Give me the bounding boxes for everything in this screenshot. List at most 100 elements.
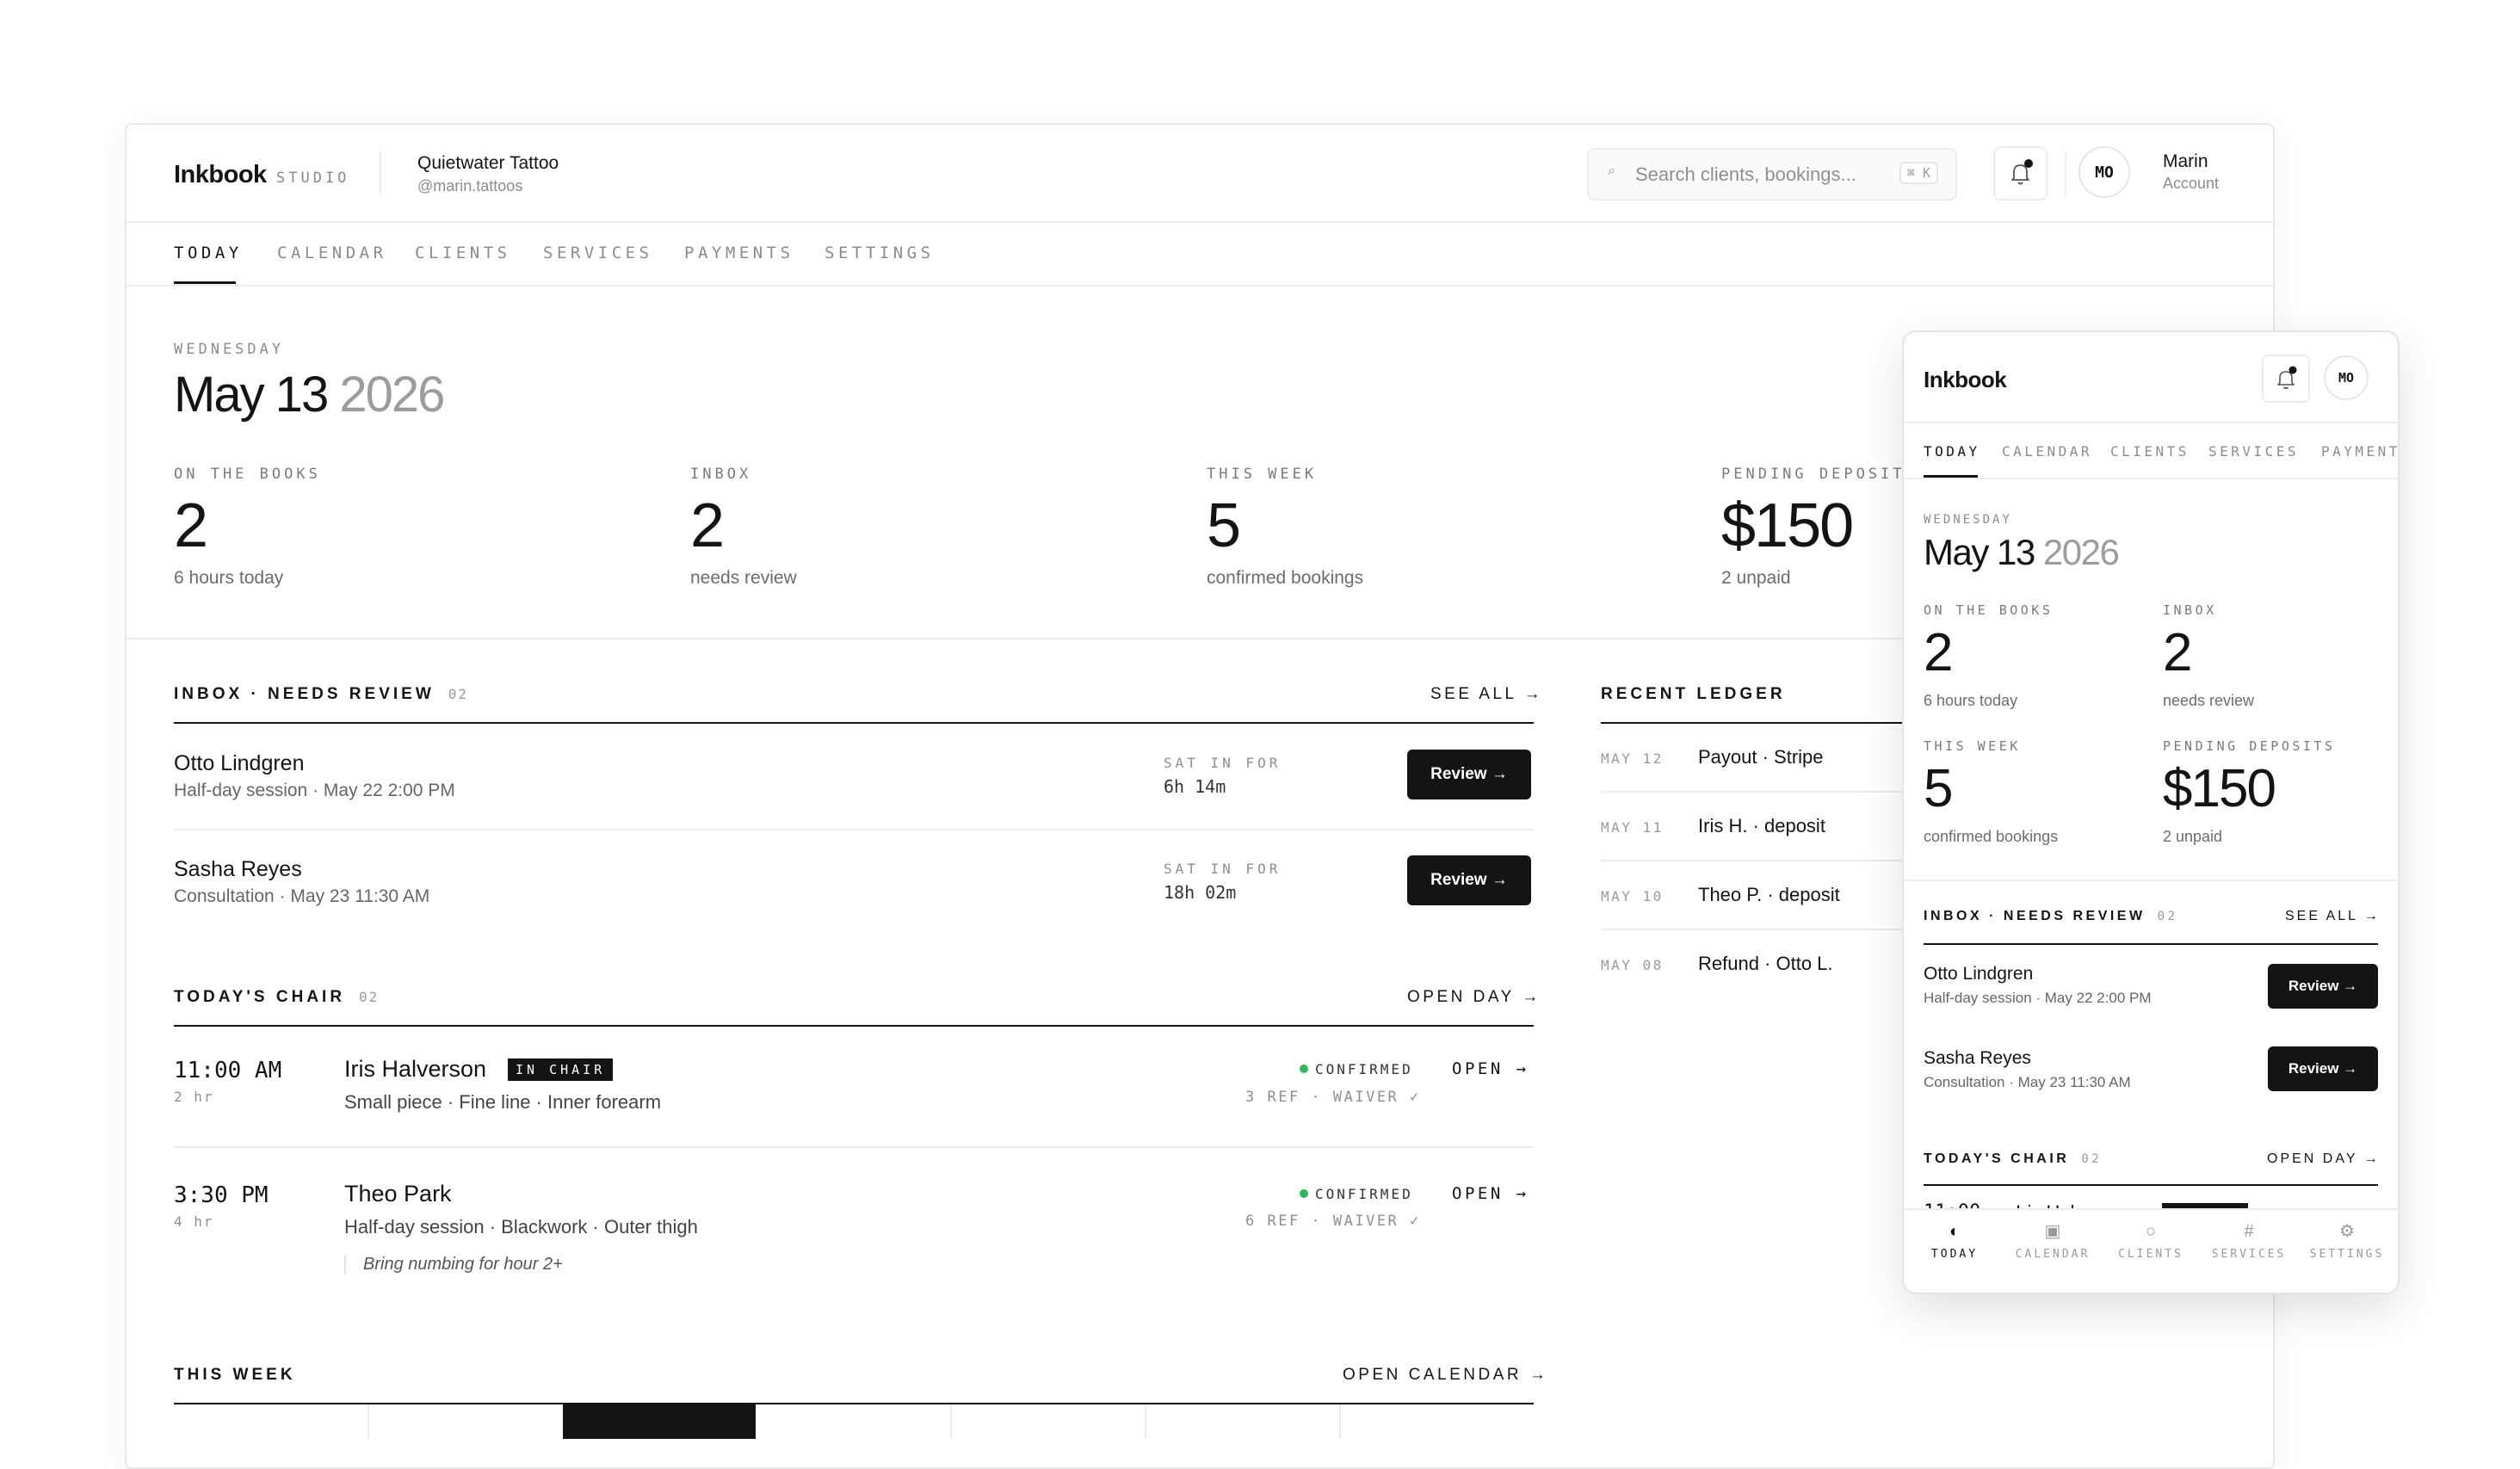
- open-appointment-link[interactable]: OPEN →: [1452, 1184, 1529, 1203]
- tab-today[interactable]: TODAY: [174, 244, 243, 262]
- tab-settings[interactable]: SETTINGS: [825, 244, 935, 262]
- ledger-entry[interactable]: Theo P. · deposit: [1698, 884, 1840, 906]
- notifications-button[interactable]: [1993, 146, 2048, 201]
- review-button[interactable]: Review →: [1407, 750, 1531, 799]
- divider: [1904, 880, 2398, 881]
- bottom-nav: ◐ TODAY ▣ CALENDAR ○ CLIENTS # SERVICES …: [1904, 1208, 2398, 1293]
- stat-label: PENDING DEPOSITS: [2163, 738, 2336, 754]
- refs-waiver: 3 REF · WAIVER ✓: [1245, 1089, 1421, 1106]
- tab-services[interactable]: SERVICES: [543, 244, 653, 262]
- sat-label: SAT IN FOR: [1164, 861, 1282, 877]
- appointment-detail: Half-day session · Blackwork · Outer thi…: [344, 1216, 698, 1238]
- half-circle-icon: ◐: [1949, 1222, 1961, 1241]
- ledger-entry[interactable]: Refund · Otto L.: [1698, 953, 1833, 975]
- mobile-preview: Inkbook MO TODAY CALENDAR CLIENTS SERVIC…: [1902, 330, 2400, 1294]
- appointment-note: Bring numbing for hour 2+: [344, 1255, 563, 1275]
- appointment-detail: Small piece · Fine line · Inner forearm: [344, 1091, 662, 1113]
- ledger-date: MAY 11: [1601, 819, 1664, 836]
- review-button[interactable]: Review →: [2268, 1046, 2378, 1091]
- row-divider: [174, 1146, 1534, 1148]
- stat-sub: needs review: [2163, 692, 2255, 709]
- review-button[interactable]: Review →: [1407, 855, 1531, 905]
- sat-value: 18h 02m: [1164, 882, 1237, 903]
- in-chair-badge: IN CHAIR: [508, 1059, 614, 1081]
- mobile-notifications-button[interactable]: [2262, 355, 2310, 403]
- section-rule: [174, 722, 1534, 724]
- open-day-link[interactable]: OPEN DAY →: [1407, 988, 1541, 1007]
- stat-value: 5: [1207, 491, 1241, 560]
- week-day-divider: [1145, 1404, 1146, 1439]
- inbox-client-name[interactable]: Otto Lindgren: [174, 751, 305, 776]
- account-label: Account: [2163, 175, 2220, 192]
- mobile-tab-payments[interactable]: PAYMENT: [2321, 443, 2398, 460]
- status-dot: [1300, 1189, 1308, 1198]
- refs-waiver: 6 REF · WAIVER ✓: [1245, 1213, 1421, 1230]
- bottom-nav-settings[interactable]: ⚙ SETTINGS: [2300, 1220, 2394, 1261]
- see-all-link[interactable]: SEE ALL →: [1430, 685, 1543, 704]
- calendar-icon: ▣: [2044, 1222, 2061, 1241]
- row-divider: [174, 829, 1534, 830]
- ledger-section-title: RECENT LEDGER: [1601, 685, 1786, 703]
- inbox-client-name[interactable]: Sasha Reyes: [174, 857, 302, 882]
- divider: [1904, 422, 2398, 423]
- divider: [2065, 151, 2066, 195]
- stat-sub: 2 unpaid: [2163, 828, 2223, 845]
- mobile-brand[interactable]: Inkbook: [1924, 367, 2007, 393]
- mobile-see-all-link[interactable]: SEE ALL →: [2285, 909, 2381, 924]
- ledger-entry[interactable]: Iris H. · deposit: [1698, 815, 1825, 837]
- review-button[interactable]: Review →: [2268, 964, 2378, 1009]
- bottom-nav-today[interactable]: ◐ TODAY: [1907, 1220, 2002, 1261]
- tab-payments[interactable]: PAYMENTS: [684, 244, 794, 262]
- mobile-open-day-link[interactable]: OPEN DAY →: [2267, 1151, 2381, 1167]
- open-appointment-link[interactable]: OPEN →: [1452, 1059, 1529, 1078]
- mobile-tab-today[interactable]: TODAY: [1924, 443, 1980, 460]
- stat-label: INBOX: [690, 466, 752, 483]
- inbox-detail: Half-day session · May 22 2:00 PM: [1924, 990, 2152, 1006]
- avatar[interactable]: MO: [2078, 146, 2130, 198]
- weekday-label: WEDNESDAY: [174, 341, 285, 358]
- mobile-inbox-title: INBOX · NEEDS REVIEW 02: [1924, 909, 2178, 923]
- stat-value: 5: [1924, 759, 1954, 818]
- appointment-client[interactable]: Iris Halverson: [344, 1056, 486, 1083]
- status-badge: CONFIRMED: [1300, 1061, 1413, 1077]
- stat-value: 2: [174, 491, 208, 560]
- stat-sub: confirmed bookings: [1924, 828, 2059, 845]
- mobile-avatar[interactable]: MO: [2324, 355, 2369, 400]
- open-calendar-link[interactable]: OPEN CALENDAR →: [1343, 1366, 1548, 1385]
- stat-label: THIS WEEK: [1924, 738, 2021, 754]
- stat-label: PENDING DEPOSITS: [1721, 466, 1918, 483]
- mobile-tab-clients[interactable]: CLIENTS: [2110, 443, 2190, 460]
- page-title: May 13 2026: [174, 367, 445, 423]
- inbox-client-name[interactable]: Sasha Reyes: [1924, 1048, 2031, 1069]
- hash-icon: #: [2244, 1222, 2254, 1241]
- brand-logo[interactable]: Inkbook: [174, 161, 267, 189]
- top-bar: Inkbook STUDIO Quietwater Tattoo @marin.…: [127, 125, 2273, 223]
- search-box[interactable]: ⌕ Search clients, bookings... ⌘ K: [1587, 148, 1957, 201]
- mobile-tab-calendar[interactable]: CALENDAR: [2002, 443, 2092, 460]
- divider: [380, 151, 381, 195]
- search-input[interactable]: Search clients, bookings...: [1635, 164, 1856, 186]
- week-section-title: THIS WEEK: [174, 1366, 296, 1384]
- studio-handle: @marin.tattoos: [417, 177, 523, 194]
- inbox-client-name[interactable]: Otto Lindgren: [1924, 964, 2033, 984]
- gear-icon: ⚙: [2339, 1222, 2355, 1241]
- stat-value: $150: [2163, 759, 2276, 818]
- stat-label: THIS WEEK: [1207, 466, 1318, 483]
- week-strip: [174, 1404, 1534, 1439]
- tab-clients[interactable]: CLIENTS: [415, 244, 511, 262]
- search-icon: ⌕: [1608, 164, 1615, 178]
- account-name[interactable]: Marin: [2163, 151, 2208, 172]
- ledger-entry[interactable]: Payout · Stripe: [1698, 746, 1824, 768]
- status-badge: CONFIRMED: [1300, 1186, 1413, 1202]
- stat-sub: confirmed bookings: [1207, 568, 1364, 588]
- stat-sub: 6 hours today: [1924, 692, 2018, 709]
- bottom-nav-services[interactable]: # SERVICES: [2202, 1220, 2296, 1261]
- bottom-nav-calendar[interactable]: ▣ CALENDAR: [2005, 1220, 2100, 1261]
- tab-calendar[interactable]: CALENDAR: [277, 244, 387, 262]
- appointment-client[interactable]: Theo Park: [344, 1181, 452, 1207]
- studio-name[interactable]: Quietwater Tattoo: [417, 153, 559, 174]
- bottom-nav-clients[interactable]: ○ CLIENTS: [2103, 1220, 2198, 1261]
- week-day-today[interactable]: [563, 1404, 756, 1439]
- mobile-tab-services[interactable]: SERVICES: [2208, 443, 2299, 460]
- sat-value: 6h 14m: [1164, 776, 1226, 797]
